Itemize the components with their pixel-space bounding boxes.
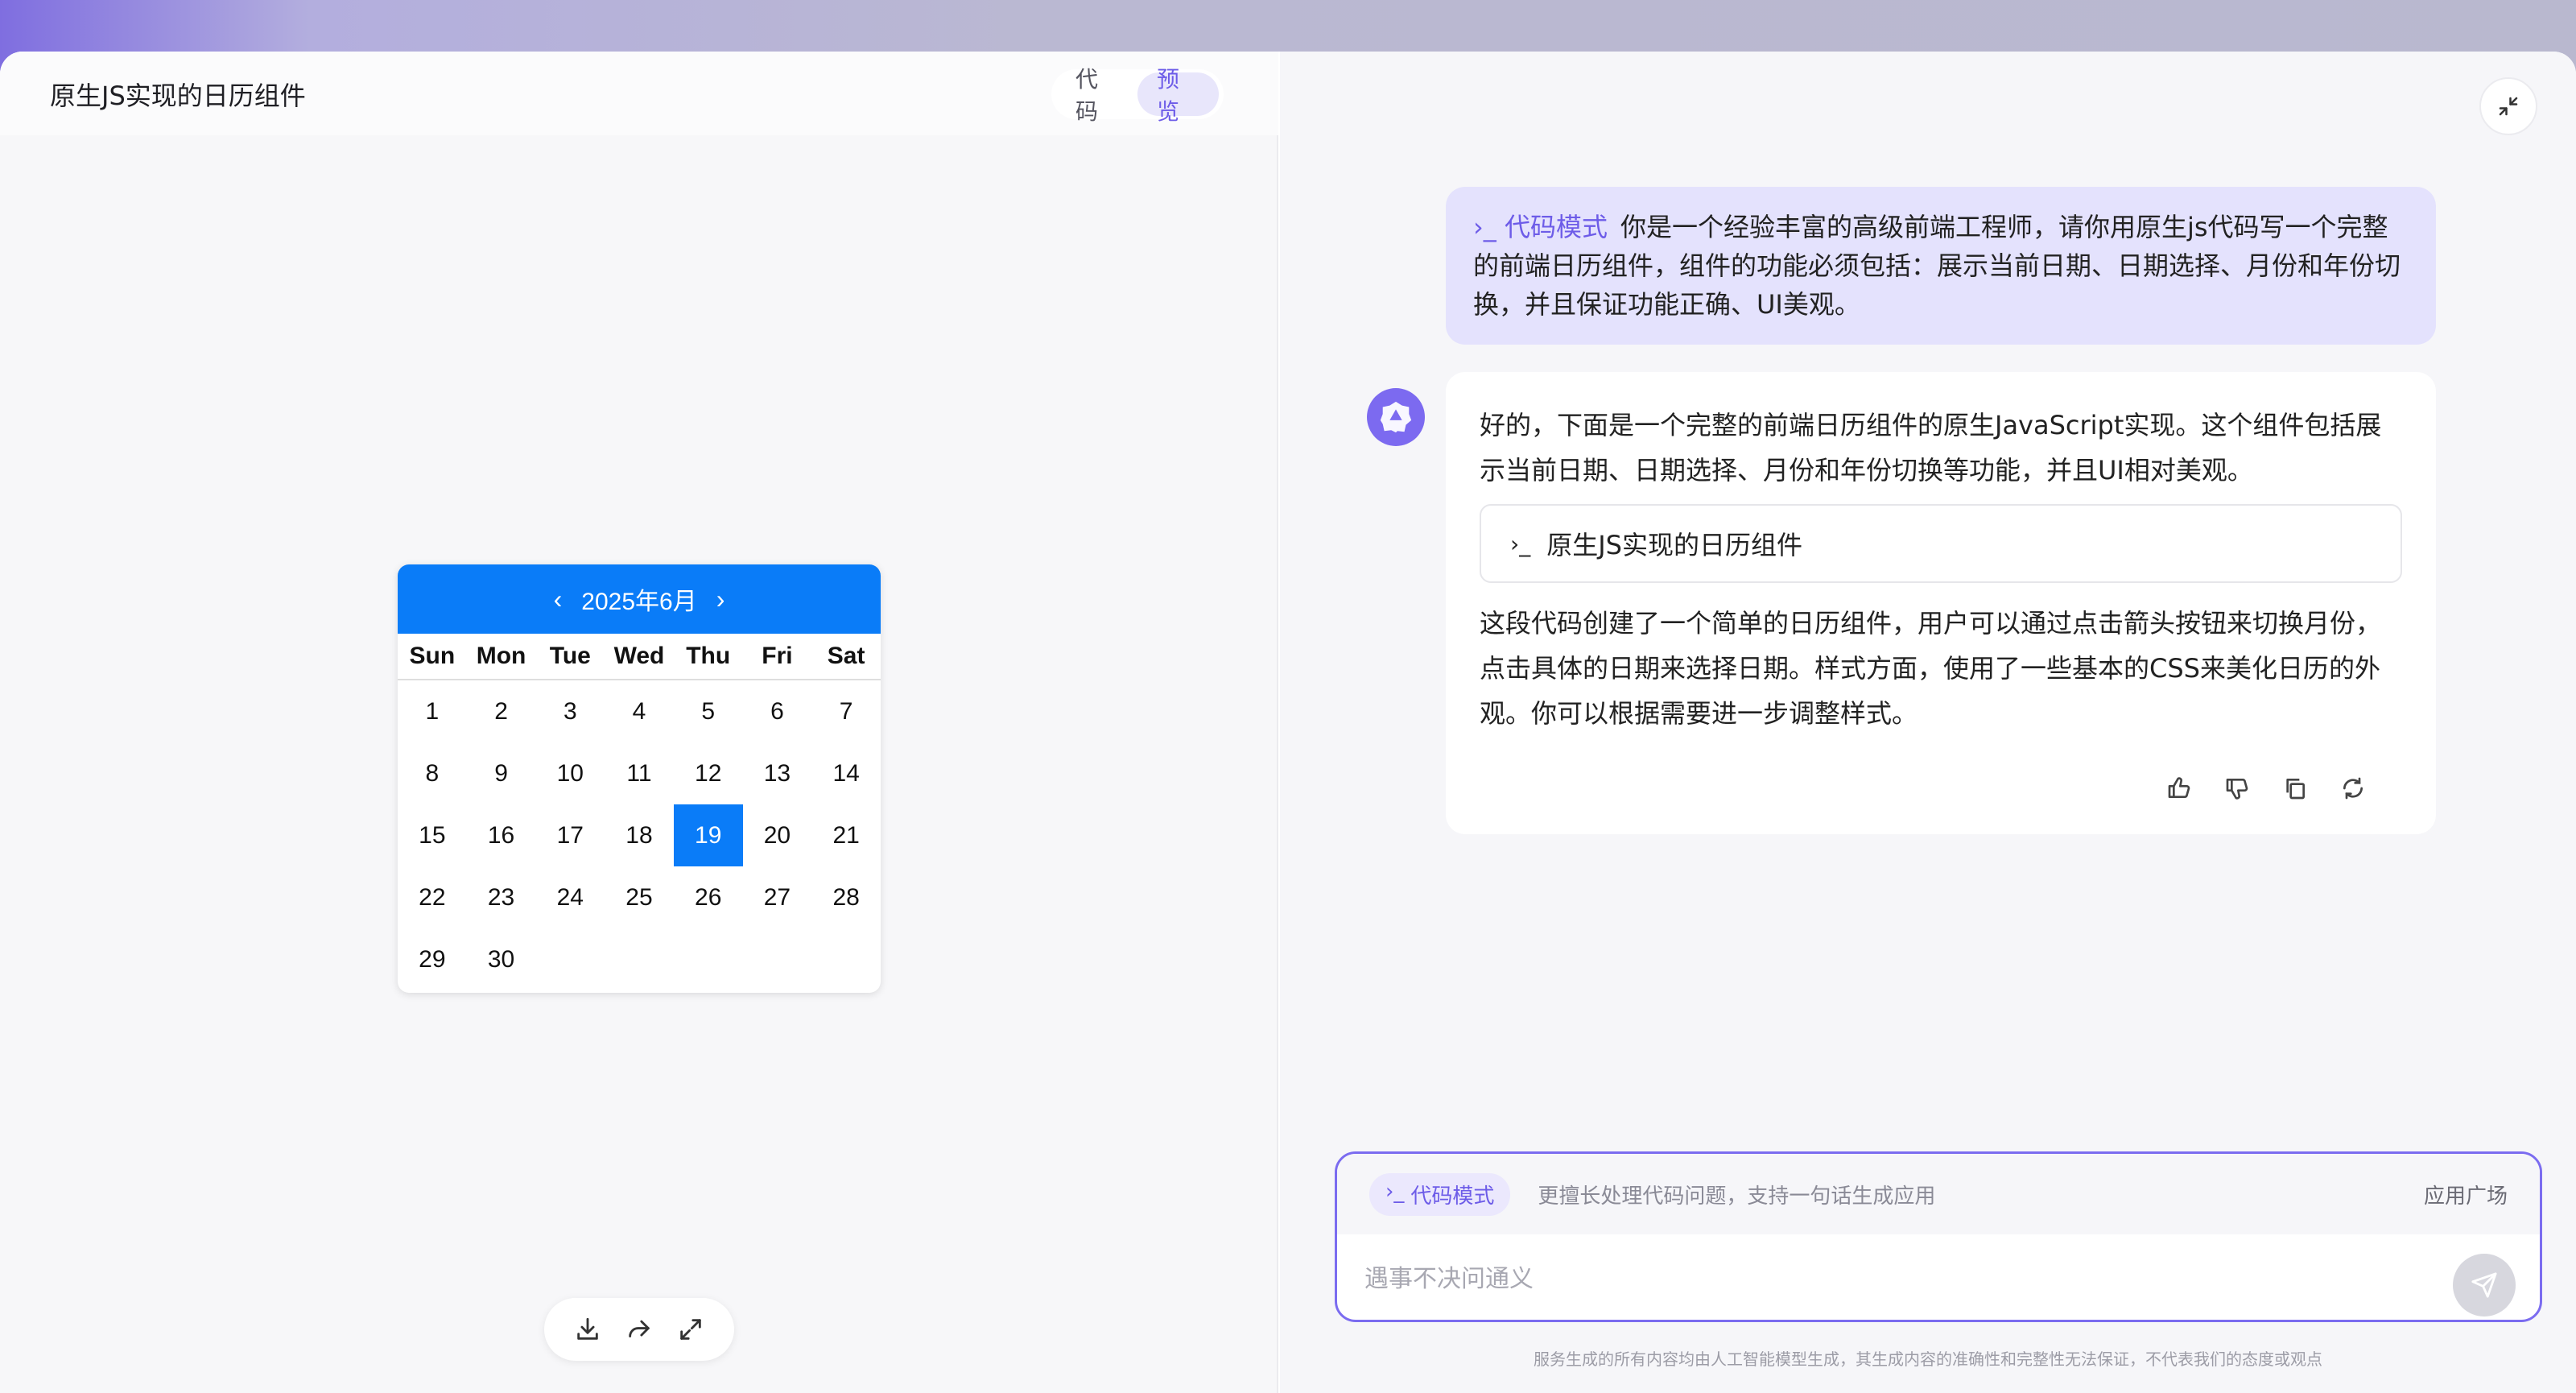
calendar-day[interactable]: 22 (398, 866, 467, 928)
calendar-day[interactable]: 25 (605, 866, 674, 928)
thumbs-down-icon[interactable] (2222, 773, 2252, 804)
calendar-day[interactable]: 23 (467, 866, 536, 928)
user-message-text: 你是一个经验丰富的高级前端工程师，请你用原生js代码写一个完整的前端日历组件，组… (1473, 212, 2401, 320)
calendar-day[interactable]: 7 (811, 680, 881, 742)
assistant-intro-text: 好的，下面是一个完整的前端日历组件的原生JavaScript实现。这个组件包括展… (1480, 403, 2402, 493)
calendar-day[interactable]: 1 (398, 680, 467, 742)
code-artifact-title: 原生JS实现的日历组件 (1546, 525, 1802, 562)
calendar-day[interactable]: 26 (674, 866, 743, 928)
assistant-outro-text: 这段代码创建了一个简单的日历组件，用户可以通过点击箭头按钮来切换月份，点击具体的… (1480, 601, 2402, 736)
send-button[interactable] (2453, 1254, 2516, 1317)
calendar-day[interactable]: 2 (467, 680, 536, 742)
calendar-day[interactable]: 12 (674, 742, 743, 804)
weekday-label: Fri (743, 643, 812, 670)
weekday-label: Mon (467, 643, 536, 670)
calendar-day[interactable]: 21 (811, 804, 881, 866)
weekday-label: Tue (535, 643, 605, 670)
collapse-icon (2496, 94, 2520, 118)
weekday-label: Thu (674, 643, 743, 670)
preview-pane: 原生JS实现的日历组件 代码 预览 ‹ 2025年6月 › Sun Mon Tu… (0, 52, 1278, 1393)
code-mode-chip[interactable]: ›_ 代码模式 (1369, 1173, 1510, 1216)
prev-month-button[interactable]: ‹ (554, 585, 563, 614)
calendar-day[interactable]: 18 (605, 804, 674, 866)
calendar-day[interactable]: 29 (398, 928, 467, 990)
code-preview-switch: 代码 预览 (1051, 69, 1224, 119)
message-actions (2164, 773, 2368, 804)
weekday-label: Sun (398, 643, 467, 670)
calendar-day[interactable]: 11 (605, 742, 674, 804)
regenerate-icon[interactable] (2338, 773, 2368, 804)
qwen-logo-icon (1377, 399, 1414, 436)
code-mode-tag: ›_ 代码模式 (1473, 212, 1608, 242)
calendar-day[interactable]: 3 (535, 680, 605, 742)
calendar-day[interactable]: 6 (743, 680, 812, 742)
tab-preview[interactable]: 预览 (1137, 72, 1219, 116)
preview-header: 原生JS实现的日历组件 代码 预览 (0, 52, 1278, 135)
calendar-header: ‹ 2025年6月 › (398, 564, 881, 634)
calendar-day[interactable]: 16 (467, 804, 536, 866)
calendar-day-selected[interactable]: 19 (674, 804, 743, 866)
chat-pane: ›_ 代码模式你是一个经验丰富的高级前端工程师，请你用原生js代码写一个完整的前… (1280, 52, 2576, 1393)
app-plaza-link[interactable]: 应用广场 (2424, 1180, 2508, 1209)
calendar-day[interactable]: 9 (467, 742, 536, 804)
calendar-day-grid: 1234567891011121314151617181920212223242… (398, 680, 881, 990)
tab-code[interactable]: 代码 (1056, 72, 1137, 116)
calendar-day[interactable]: 27 (743, 866, 812, 928)
next-month-button[interactable]: › (716, 585, 725, 614)
calendar-day[interactable]: 15 (398, 804, 467, 866)
download-icon[interactable] (571, 1312, 605, 1346)
assistant-avatar (1367, 388, 1425, 446)
calendar-day[interactable]: 10 (535, 742, 605, 804)
send-icon (2471, 1271, 2498, 1299)
page-title: 原生JS实现的日历组件 (50, 76, 306, 113)
calendar-day[interactable]: 30 (467, 928, 536, 990)
chat-input[interactable]: 遇事不决问通义 (1364, 1259, 1534, 1294)
expand-icon[interactable] (674, 1312, 708, 1346)
calendar-day[interactable]: 5 (674, 680, 743, 742)
calendar-day[interactable]: 17 (535, 804, 605, 866)
user-message: ›_ 代码模式你是一个经验丰富的高级前端工程师，请你用原生js代码写一个完整的前… (1446, 187, 2436, 345)
chat-composer: ›_ 代码模式 更擅长处理代码问题，支持一句话生成应用 应用广场 遇事不决问通义 (1335, 1151, 2542, 1322)
share-icon[interactable] (622, 1312, 656, 1346)
calendar-day[interactable]: 28 (811, 866, 881, 928)
code-artifact-card[interactable]: ›_ 原生JS实现的日历组件 (1480, 504, 2402, 583)
calendar-day[interactable]: 14 (811, 742, 881, 804)
calendar-day[interactable]: 20 (743, 804, 812, 866)
assistant-message: 好的，下面是一个完整的前端日历组件的原生JavaScript实现。这个组件包括展… (1446, 372, 2436, 834)
mode-hint: 更擅长处理代码问题，支持一句话生成应用 (1538, 1180, 1935, 1209)
weekday-label: Wed (605, 643, 674, 670)
terminal-icon: ›_ (1510, 531, 1530, 557)
app-window: 原生JS实现的日历组件 代码 预览 ‹ 2025年6月 › Sun Mon Tu… (0, 52, 2576, 1393)
thumbs-up-icon[interactable] (2164, 773, 2194, 804)
weekday-label: Sat (811, 643, 881, 670)
collapse-button[interactable] (2479, 77, 2537, 135)
calendar-weekdays: Sun Mon Tue Wed Thu Fri Sat (398, 634, 881, 680)
calendar-day[interactable]: 4 (605, 680, 674, 742)
preview-toolbar (544, 1298, 734, 1361)
calendar-month-label: 2025年6月 (581, 581, 696, 617)
calendar-day[interactable]: 13 (743, 742, 812, 804)
disclaimer: 服务生成的所有内容均由人工智能模型生成，其生成内容的准确性和完整性无法保证，不代… (1280, 1346, 2576, 1370)
terminal-icon: ›_ (1385, 1180, 1404, 1209)
calendar-day[interactable]: 8 (398, 742, 467, 804)
composer-mode-bar: ›_ 代码模式 更擅长处理代码问题，支持一句话生成应用 应用广场 (1337, 1154, 2540, 1234)
calendar-day[interactable]: 24 (535, 866, 605, 928)
calendar-widget: ‹ 2025年6月 › Sun Mon Tue Wed Thu Fri Sat … (398, 564, 881, 993)
copy-icon[interactable] (2280, 773, 2310, 804)
code-mode-chip-label: 代码模式 (1410, 1180, 1494, 1209)
